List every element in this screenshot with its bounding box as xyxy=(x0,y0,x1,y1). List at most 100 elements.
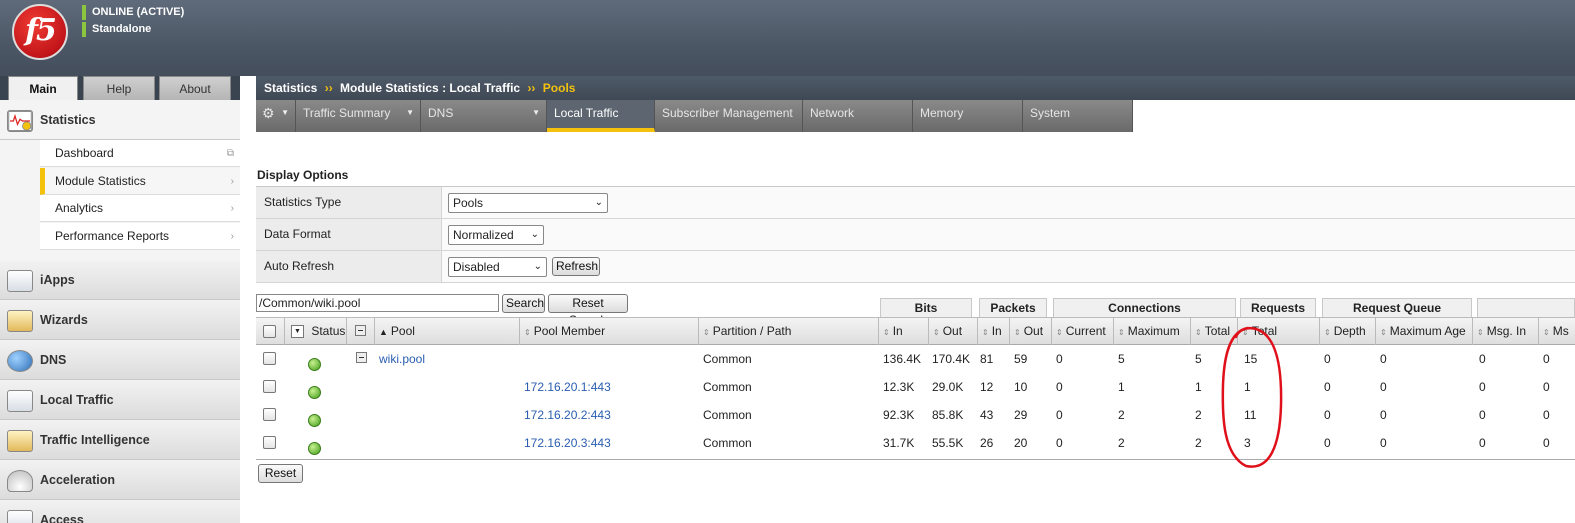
column-bits-out[interactable]: ⇕ Out xyxy=(929,318,978,345)
collapse-all-icon[interactable] xyxy=(355,325,366,336)
option-value: Pools ⌄ xyxy=(442,187,1575,218)
sidebar-section-local-traffic[interactable]: Local Traffic xyxy=(0,380,240,420)
nav-network[interactable]: Network xyxy=(803,100,913,132)
table-divider xyxy=(256,459,1575,460)
row-checkbox[interactable] xyxy=(263,436,276,449)
chevron-down-icon: ▼ xyxy=(406,108,414,117)
tab-main[interactable]: Main xyxy=(8,76,78,100)
sort-icon: ⇕ xyxy=(883,328,890,337)
column-queue-msg-out[interactable]: ⇕ Ms xyxy=(1539,318,1575,345)
column-queue-msg-in[interactable]: ⇕ Msg. In xyxy=(1473,318,1539,345)
iapps-icon xyxy=(7,270,33,292)
connections-total-cell: 2 xyxy=(1195,436,1202,450)
option-value: Disabled ⌄ Refresh xyxy=(442,251,1575,282)
sidebar-section-wizards[interactable]: Wizards xyxy=(0,300,240,340)
column-connections-current[interactable]: ⇕ Current xyxy=(1052,318,1114,345)
tab-about[interactable]: About xyxy=(159,76,231,100)
sidebar-item-module-statistics[interactable]: Module Statistics › xyxy=(40,168,240,195)
column-bits-in[interactable]: ⇕ In xyxy=(879,318,929,345)
queue-msg-in-cell: 0 xyxy=(1479,352,1486,366)
column-queue-depth[interactable]: ⇕ Depth xyxy=(1320,318,1376,345)
partition-cell: Common xyxy=(703,352,752,366)
pool-link[interactable]: wiki.pool xyxy=(379,345,425,373)
sidebar-item-analytics[interactable]: Analytics › xyxy=(40,195,240,222)
column-connections-maximum[interactable]: ⇕ Maximum xyxy=(1114,318,1191,345)
collapse-icon[interactable] xyxy=(356,352,367,363)
settings-menu-button[interactable]: ⚙ ▼ xyxy=(256,100,296,132)
reset-search-button[interactable]: Reset Search xyxy=(548,294,628,327)
sidebar-item-label: Dashboard xyxy=(55,146,114,160)
sidebar-section-traffic-intelligence[interactable]: Traffic Intelligence xyxy=(0,420,240,460)
f5-logo[interactable]: f5 xyxy=(12,4,68,60)
sort-icon: ⇕ xyxy=(1014,328,1021,337)
tab-help[interactable]: Help xyxy=(83,76,155,100)
pool-member-link[interactable]: 172.16.20.1:443 xyxy=(524,373,611,401)
column-packets-out[interactable]: ⇕ Out xyxy=(1010,318,1052,345)
breadcrumb-separator: ›› xyxy=(324,81,333,95)
nav-system[interactable]: System xyxy=(1023,100,1133,132)
queue-msg-in-cell: 0 xyxy=(1479,436,1486,450)
pool-member-link[interactable]: 172.16.20.2:443 xyxy=(524,401,611,429)
row-checkbox[interactable] xyxy=(263,352,276,365)
table-row-member[interactable]: 172.16.20.3:443 Common 31.7K 55.5K 26 20… xyxy=(256,429,1575,457)
breadcrumb-statistics[interactable]: Statistics xyxy=(264,81,317,95)
connections-total-cell: 5 xyxy=(1195,352,1202,366)
breadcrumb-module-statistics[interactable]: Module Statistics : Local Traffic xyxy=(340,81,520,95)
sidebar-section-iapps[interactable]: iApps xyxy=(0,260,240,300)
pool-member-link[interactable]: 172.16.20.3:443 xyxy=(524,429,611,457)
select-all-checkbox[interactable] xyxy=(263,325,276,338)
nav-traffic-summary[interactable]: Traffic Summary ▼ xyxy=(296,100,421,132)
sidebar-section-access[interactable]: Access xyxy=(0,500,240,523)
packets-out-cell: 10 xyxy=(1014,380,1028,394)
column-pool-member[interactable]: ⇕ Pool Member xyxy=(520,318,699,345)
table-row-pool[interactable]: wiki.pool Common 136.4K 170.4K 81 59 0 5… xyxy=(256,345,1575,373)
auto-refresh-select[interactable]: Disabled ⌄ xyxy=(448,257,547,277)
option-label: Auto Refresh xyxy=(256,251,442,282)
table-row-member[interactable]: 172.16.20.1:443 Common 12.3K 29.0K 12 10… xyxy=(256,373,1575,401)
column-label: Current xyxy=(1065,324,1106,338)
connections-total-cell: 1 xyxy=(1195,380,1202,394)
nav-dns[interactable]: DNS ▼ xyxy=(421,100,547,132)
row-checkbox[interactable] xyxy=(263,408,276,421)
search-input[interactable]: /Common/wiki.pool xyxy=(256,294,499,312)
row-checkbox[interactable] xyxy=(263,380,276,393)
status-available-icon xyxy=(308,442,321,455)
column-packets-in[interactable]: ⇕ In xyxy=(978,318,1010,345)
table-row-member[interactable]: 172.16.20.2:443 Common 92.3K 85.8K 43 29… xyxy=(256,401,1575,429)
packets-in-cell: 81 xyxy=(980,352,994,366)
statistics-type-select[interactable]: Pools ⌄ xyxy=(448,193,608,213)
sort-icon: ⇕ xyxy=(703,328,710,337)
packets-in-cell: 43 xyxy=(980,408,994,422)
column-pool[interactable]: ▲ Pool xyxy=(375,318,520,345)
select-value: Pools xyxy=(453,196,484,210)
chevron-down-icon: ▼ xyxy=(281,108,289,117)
column-label: In xyxy=(892,324,903,338)
sidebar-item-performance-reports[interactable]: Performance Reports › xyxy=(40,223,240,250)
queue-max-age-cell: 0 xyxy=(1380,352,1387,366)
reset-button[interactable]: Reset xyxy=(258,464,303,483)
column-label: In xyxy=(991,324,1002,338)
nav-subscriber-management[interactable]: Subscriber Management xyxy=(655,100,803,132)
data-format-select[interactable]: Normalized ⌄ xyxy=(448,225,544,245)
sidebar-section-statistics[interactable]: Statistics xyxy=(0,100,240,140)
sidebar-section-dns[interactable]: DNS xyxy=(0,340,240,380)
sidebar-section-acceleration[interactable]: Acceleration xyxy=(0,460,240,500)
column-label: Depth xyxy=(1333,324,1366,338)
sidebar-item-dashboard[interactable]: Dashboard ⧉ xyxy=(40,140,240,167)
column-queue-maximum-age[interactable]: ⇕ Maximum Age xyxy=(1376,318,1473,345)
packets-in-cell: 12 xyxy=(980,380,994,394)
refresh-button[interactable]: Refresh xyxy=(552,257,600,276)
sort-icon: ⇕ xyxy=(524,328,531,337)
select-value: Disabled xyxy=(453,260,500,274)
filter-menu-icon[interactable]: ▼ xyxy=(291,325,304,339)
sort-icon: ⇕ xyxy=(1324,328,1331,337)
breadcrumb-separator: ›› xyxy=(527,81,536,95)
nav-local-traffic[interactable]: Local Traffic xyxy=(547,100,655,132)
search-button[interactable]: Search xyxy=(502,294,545,313)
nav-memory[interactable]: Memory xyxy=(913,100,1023,132)
connections-total-cell: 2 xyxy=(1195,408,1202,422)
column-partition[interactable]: ⇕ Partition / Path xyxy=(699,318,879,345)
sort-icon: ⇕ xyxy=(982,328,989,337)
chevron-right-icon: › xyxy=(230,231,234,242)
column-status[interactable]: ▼ Status xyxy=(285,318,347,345)
